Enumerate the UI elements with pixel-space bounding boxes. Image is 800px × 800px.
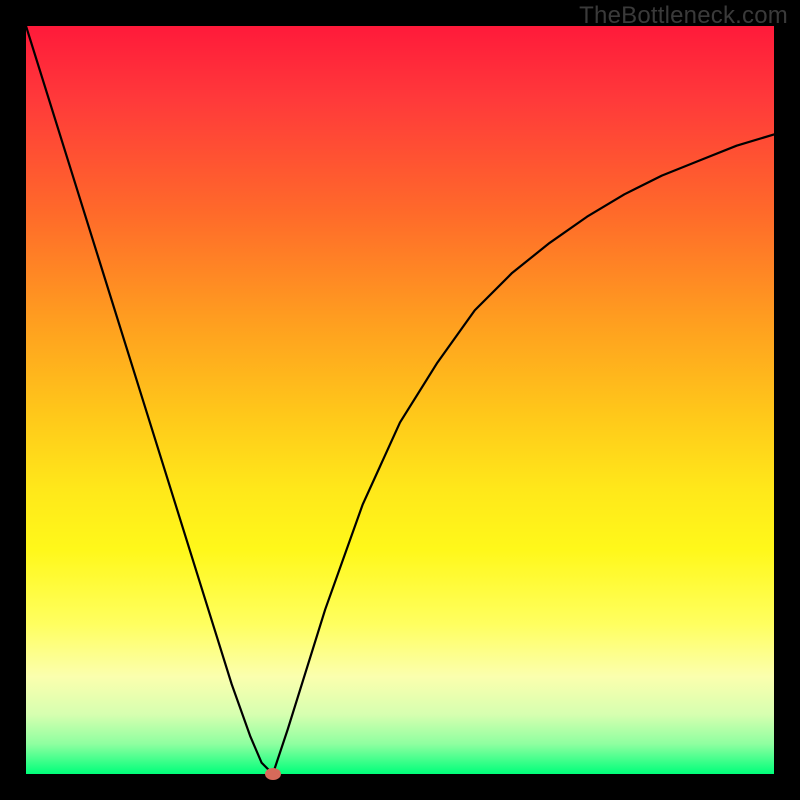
plot-area [26,26,774,774]
bottleneck-curve [26,26,774,774]
watermark-text: TheBottleneck.com [579,2,788,30]
chart-frame: TheBottleneck.com [0,0,800,800]
optimal-point-marker [265,768,281,780]
